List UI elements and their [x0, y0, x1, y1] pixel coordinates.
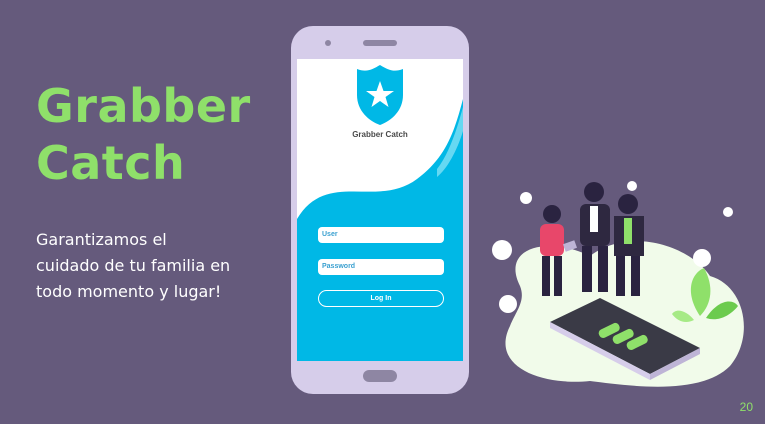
- title-line-1: Grabber: [36, 79, 251, 133]
- slide-title: Grabber Catch: [36, 78, 251, 192]
- title-line-2: Catch: [36, 136, 186, 190]
- subtitle-line-3: todo momento y lugar!: [36, 282, 222, 301]
- subtitle-line-2: cuidado de tu familia en: [36, 256, 231, 275]
- login-button[interactable]: Log In: [318, 290, 444, 307]
- app-name-label: Grabber Catch: [352, 130, 408, 139]
- password-input[interactable]: Password: [318, 259, 444, 275]
- phone-mockup: Grabber Catch User Password Log In: [291, 26, 469, 394]
- phone-home-button: [363, 370, 397, 382]
- user-input[interactable]: User: [318, 227, 444, 243]
- slide: Grabber Catch Garantizamos el cuidado de…: [0, 0, 765, 424]
- phone-screen: Grabber Catch User Password Log In: [297, 59, 463, 361]
- slide-subtitle: Garantizamos el cuidado de tu familia en…: [36, 227, 266, 305]
- shield-star-icon: [357, 65, 403, 125]
- subtitle-line-1: Garantizamos el: [36, 230, 167, 249]
- page-number: 20: [739, 400, 753, 414]
- phone-camera: [325, 40, 331, 46]
- phone-speaker: [363, 40, 397, 46]
- people-illustration: [492, 181, 744, 387]
